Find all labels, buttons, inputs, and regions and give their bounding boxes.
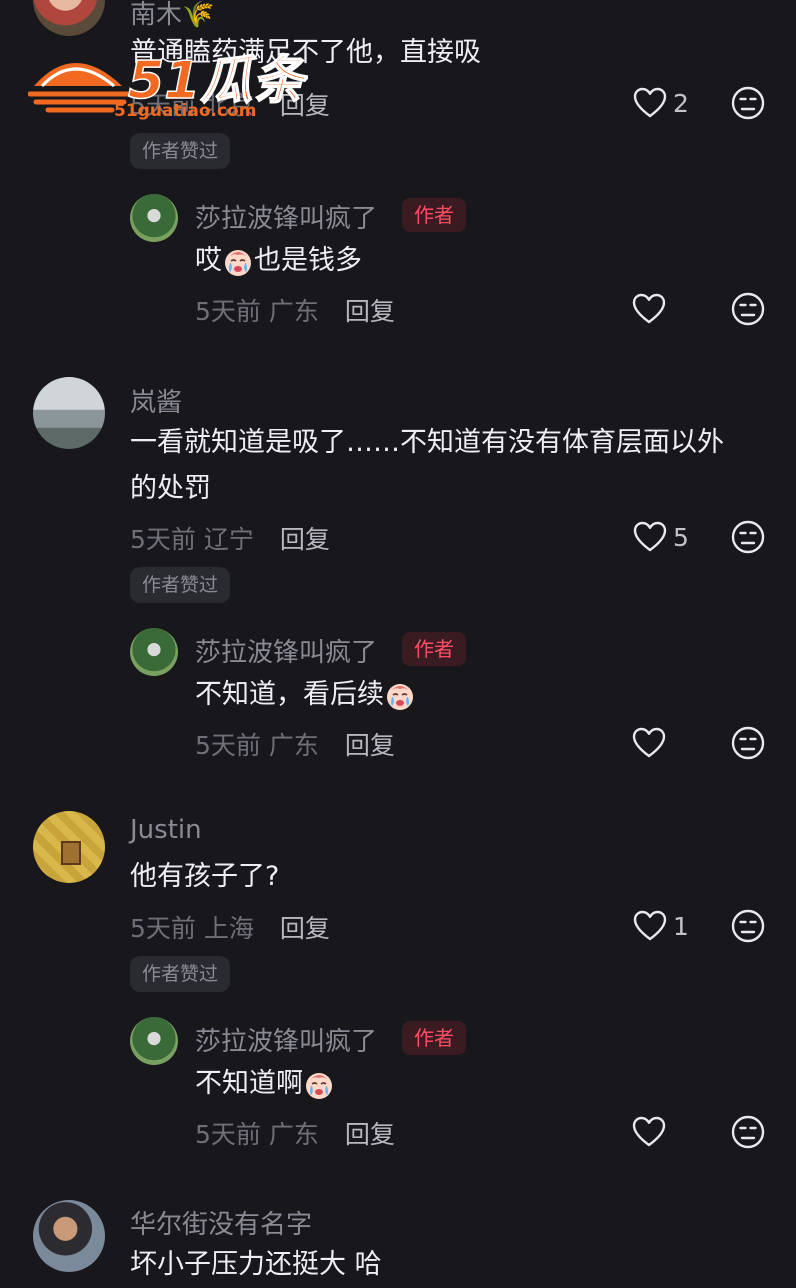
reply-text: 不知道啊	[195, 1061, 335, 1107]
commenter-name[interactable]: Justin	[130, 815, 202, 845]
heart-icon[interactable]	[632, 293, 666, 325]
crying-face-icon	[222, 246, 254, 278]
author-tag: 作者	[402, 1021, 466, 1055]
dislike-icon[interactable]	[731, 86, 765, 120]
avatar[interactable]	[33, 377, 105, 449]
like-count: 2	[673, 89, 689, 118]
reply-button[interactable]: 回复	[345, 1120, 395, 1149]
reply-text: 哎也是钱多	[195, 245, 362, 278]
reply-button[interactable]: 回复	[280, 525, 330, 554]
reply-text: 不知道，看后续	[195, 672, 416, 718]
comment-meta: 5天前 广东 回复	[195, 297, 395, 326]
reply-button[interactable]: 回复	[280, 914, 330, 943]
heart-icon[interactable]	[632, 1116, 666, 1148]
crying-face-icon	[384, 680, 416, 712]
like-count: 5	[673, 523, 689, 552]
svg-text:51guatiao.com: 51guatiao.com	[114, 101, 256, 121]
author-tag: 作者	[402, 198, 466, 232]
dislike-icon[interactable]	[731, 520, 765, 554]
commenter-name[interactable]: 岚酱	[130, 382, 182, 419]
dislike-icon[interactable]	[731, 726, 765, 760]
crying-face-icon	[303, 1069, 335, 1101]
reply-button[interactable]: 回复	[345, 297, 395, 326]
comment-text: 一看就知道是吸了……不知道有没有体育层面以外	[130, 427, 724, 458]
commenter-name[interactable]: 南木🌾	[130, 0, 214, 31]
watermark-logo: 51瓜条 51guatiao.com	[27, 38, 311, 128]
author-tag: 作者	[402, 632, 466, 666]
dislike-icon[interactable]	[731, 292, 765, 326]
dislike-icon[interactable]	[731, 1115, 765, 1149]
heart-icon[interactable]	[633, 521, 667, 553]
heart-icon[interactable]	[633, 910, 667, 942]
author-liked-badge: 作者赞过	[130, 956, 231, 992]
comment-meta: 5天前 辽宁 回复	[130, 525, 330, 554]
heart-icon[interactable]	[632, 727, 666, 759]
commenter-name[interactable]: 莎拉波锋叫疯了	[195, 1021, 377, 1058]
comment-text: 他有孩子了?	[130, 861, 280, 892]
avatar[interactable]	[130, 1017, 178, 1065]
author-liked-badge: 作者赞过	[130, 567, 231, 603]
dislike-icon[interactable]	[731, 909, 765, 943]
avatar[interactable]	[130, 628, 178, 676]
avatar[interactable]	[33, 1200, 105, 1272]
heart-icon[interactable]	[633, 87, 667, 119]
avatar[interactable]	[130, 194, 178, 242]
commenter-name[interactable]: 莎拉波锋叫疯了	[195, 632, 377, 669]
comment-text: 坏小子压力还挺大 哈	[130, 1249, 382, 1280]
comment-text-line2: 的处罚	[130, 473, 211, 504]
reply-button[interactable]: 回复	[345, 731, 395, 760]
like-count: 1	[673, 912, 689, 941]
commenter-name[interactable]: 莎拉波锋叫疯了	[195, 198, 377, 235]
comment-meta: 5天前 上海 回复	[130, 914, 330, 943]
comment-meta: 5天前 广东 回复	[195, 1120, 395, 1149]
avatar[interactable]	[33, 811, 105, 883]
commenter-name[interactable]: 华尔街没有名字	[130, 1204, 312, 1241]
author-liked-badge: 作者赞过	[130, 133, 231, 169]
comment-meta: 5天前 广东 回复	[195, 731, 395, 760]
avatar[interactable]	[33, 0, 105, 36]
